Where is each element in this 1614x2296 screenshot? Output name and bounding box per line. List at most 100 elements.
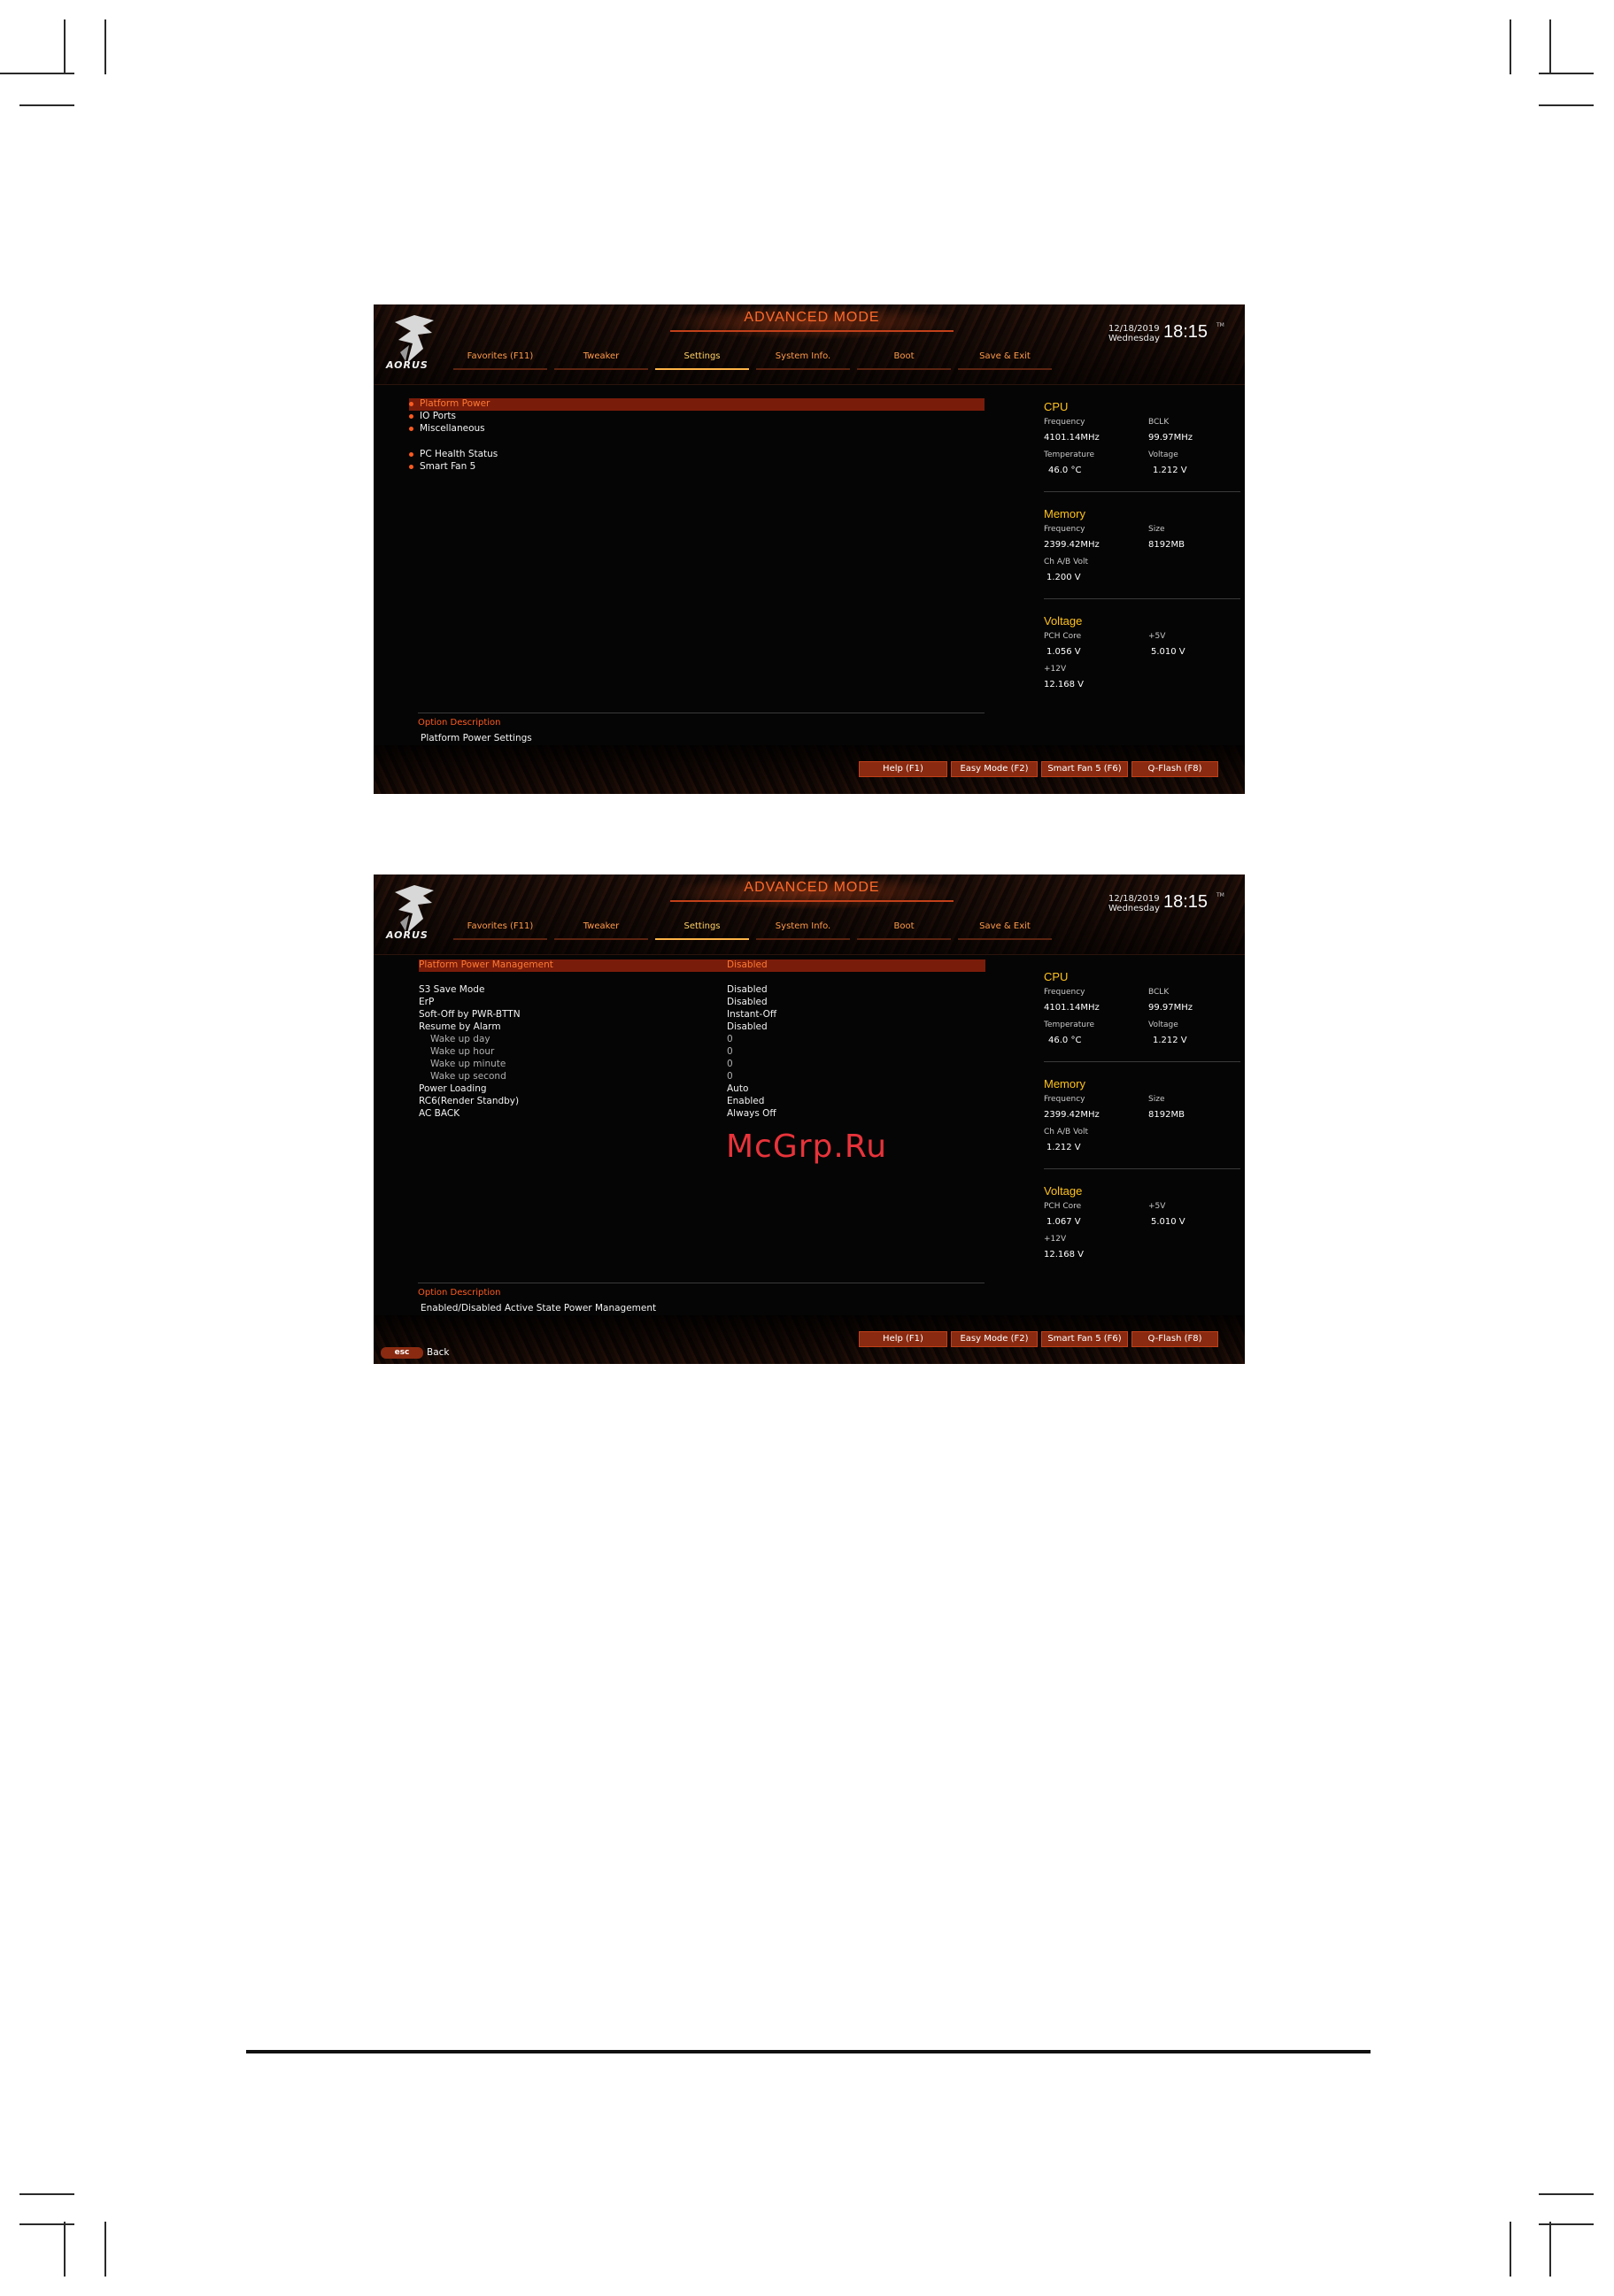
tab-boot[interactable]: Boot bbox=[857, 919, 951, 940]
cpu-title: CPU bbox=[1044, 400, 1069, 413]
voltage-title: Voltage bbox=[1044, 1184, 1083, 1198]
setting-row-erp[interactable]: ErP Disabled bbox=[419, 997, 985, 1009]
setting-value: Instant-Off bbox=[727, 1009, 777, 1020]
crop-mark bbox=[1549, 19, 1551, 74]
cpu-frequency-value: 4101.14MHz bbox=[1044, 433, 1100, 443]
q-flash-button[interactable]: Q-Flash (F8) bbox=[1131, 1331, 1218, 1347]
setting-row-power-loading[interactable]: Power Loading Auto bbox=[419, 1083, 985, 1096]
q-flash-button[interactable]: Q-Flash (F8) bbox=[1131, 761, 1218, 777]
temperature-label: Temperature bbox=[1044, 451, 1095, 459]
size-label: Size bbox=[1148, 1095, 1165, 1104]
mode-title: ADVANCED MODE bbox=[744, 880, 880, 895]
setting-row-wake-up-minute[interactable]: Wake up minute 0 bbox=[419, 1059, 985, 1071]
cpu-frequency-value: 4101.14MHz bbox=[1044, 1003, 1100, 1013]
pch-core-value: 1.067 V bbox=[1046, 1217, 1081, 1227]
option-description-title: Option Description bbox=[418, 718, 501, 728]
easy-mode-button[interactable]: Easy Mode (F2) bbox=[951, 761, 1038, 777]
chab-volt-value: 1.212 V bbox=[1046, 1143, 1081, 1152]
setting-row-rc6[interactable]: RC6(Render Standby) Enabled bbox=[419, 1096, 985, 1108]
memory-section: Memory Frequency Size 2399.42MHz 8192MB … bbox=[1044, 1077, 1240, 1169]
setting-label: AC BACK bbox=[419, 1108, 460, 1119]
setting-value: 0 bbox=[727, 1071, 733, 1082]
setting-row-ac-back[interactable]: AC BACK Always Off bbox=[419, 1108, 985, 1121]
help-button[interactable]: Help (F1) bbox=[859, 761, 947, 777]
top-bar: AORUS ADVANCED MODE Favorites (F11) Twea… bbox=[374, 304, 1245, 385]
day-text: Wednesday bbox=[1108, 904, 1160, 913]
mem-frequency-label: Frequency bbox=[1044, 1095, 1085, 1104]
tab-save-exit[interactable]: Save & Exit bbox=[958, 349, 1052, 370]
help-button[interactable]: Help (F1) bbox=[859, 1331, 947, 1347]
menu-item-smart-fan-5[interactable]: Smart Fan 5 bbox=[409, 461, 985, 474]
menu-item-label: Platform Power bbox=[420, 398, 490, 409]
temperature-value: 46.0 °C bbox=[1048, 466, 1082, 475]
menu-item-pc-health-status[interactable]: PC Health Status bbox=[409, 449, 985, 461]
crop-mark bbox=[1539, 104, 1594, 106]
crop-mark bbox=[64, 19, 66, 74]
divider bbox=[1044, 1168, 1240, 1169]
smart-fan-button[interactable]: Smart Fan 5 (F6) bbox=[1041, 1331, 1128, 1347]
divider bbox=[1044, 491, 1240, 492]
setting-row-s3-save-mode[interactable]: S3 Save Mode Disabled bbox=[419, 984, 985, 997]
plus12v-label: +12V bbox=[1044, 1235, 1067, 1244]
setting-row-wake-up-day[interactable]: Wake up day 0 bbox=[419, 1034, 985, 1046]
menu-item-label: Smart Fan 5 bbox=[420, 461, 476, 472]
smart-fan-button[interactable]: Smart Fan 5 (F6) bbox=[1041, 761, 1128, 777]
tab-system-info[interactable]: System Info. bbox=[756, 919, 850, 940]
crop-mark bbox=[64, 2222, 66, 2277]
back-label[interactable]: Back bbox=[427, 1347, 450, 1358]
bclk-value: 99.97MHz bbox=[1148, 433, 1193, 443]
tab-system-info[interactable]: System Info. bbox=[756, 349, 850, 370]
menu-item-platform-power[interactable]: Platform Power bbox=[409, 398, 985, 411]
setting-value: Disabled bbox=[727, 997, 768, 1007]
setting-row-resume-by-alarm[interactable]: Resume by Alarm Disabled bbox=[419, 1021, 985, 1034]
mode-title-underline bbox=[670, 900, 954, 902]
tab-favorites[interactable]: Favorites (F11) bbox=[453, 919, 547, 940]
tab-settings[interactable]: Settings bbox=[655, 919, 749, 940]
plus12v-label: +12V bbox=[1044, 665, 1067, 674]
chab-volt-label: Ch A/B Volt bbox=[1044, 1128, 1089, 1136]
tm-mark: TM bbox=[1216, 322, 1224, 328]
setting-row-soft-off[interactable]: Soft-Off by PWR-BTTN Instant-Off bbox=[419, 1009, 985, 1021]
menu-item-io-ports[interactable]: IO Ports bbox=[409, 411, 985, 423]
setting-row-platform-power-management[interactable]: Platform Power Management Disabled bbox=[419, 959, 985, 972]
tm-mark: TM bbox=[1216, 892, 1224, 898]
esc-button[interactable]: esc bbox=[381, 1347, 423, 1359]
setting-label: Power Loading bbox=[419, 1083, 487, 1094]
size-value: 8192MB bbox=[1148, 1110, 1185, 1120]
menu-item-miscellaneous[interactable]: Miscellaneous bbox=[409, 423, 985, 435]
plus12v-value: 12.168 V bbox=[1044, 680, 1085, 690]
date-display: 12/18/2019 Wednesday bbox=[1108, 894, 1160, 913]
tab-settings[interactable]: Settings bbox=[655, 349, 749, 370]
memory-title: Memory bbox=[1044, 1077, 1085, 1090]
easy-mode-button[interactable]: Easy Mode (F2) bbox=[951, 1331, 1038, 1347]
bullet-icon bbox=[409, 414, 413, 419]
setting-value: Disabled bbox=[727, 1021, 768, 1032]
crop-mark bbox=[104, 2222, 106, 2277]
date-display: 12/18/2019 Wednesday bbox=[1108, 324, 1160, 343]
tab-tweaker[interactable]: Tweaker bbox=[554, 349, 648, 370]
temperature-label: Temperature bbox=[1044, 1021, 1095, 1029]
setting-label: S3 Save Mode bbox=[419, 984, 485, 995]
date-text: 12/18/2019 bbox=[1108, 324, 1160, 334]
pch-core-label: PCH Core bbox=[1044, 1202, 1082, 1211]
plus5v-value: 5.010 V bbox=[1151, 1217, 1185, 1227]
setting-label: Platform Power Management bbox=[419, 959, 553, 970]
setting-row-wake-up-hour[interactable]: Wake up hour 0 bbox=[419, 1046, 985, 1059]
crop-mark bbox=[1539, 2223, 1594, 2225]
tab-favorites[interactable]: Favorites (F11) bbox=[453, 349, 547, 370]
size-label: Size bbox=[1148, 525, 1165, 534]
voltage-section: Voltage PCH Core +5V 1.056 V 5.010 V +12… bbox=[1044, 614, 1240, 690]
mode-title: ADVANCED MODE bbox=[744, 310, 880, 325]
setting-row-wake-up-second[interactable]: Wake up second 0 bbox=[419, 1071, 985, 1083]
pch-core-label: PCH Core bbox=[1044, 632, 1082, 641]
setting-value: Enabled bbox=[727, 1096, 765, 1106]
bclk-label: BCLK bbox=[1148, 988, 1170, 997]
clock: 18:15 bbox=[1163, 892, 1209, 912]
tab-tweaker[interactable]: Tweaker bbox=[554, 919, 648, 940]
tab-boot[interactable]: Boot bbox=[857, 349, 951, 370]
voltage-title: Voltage bbox=[1044, 614, 1083, 628]
setting-value: 0 bbox=[727, 1059, 733, 1069]
tab-save-exit[interactable]: Save & Exit bbox=[958, 919, 1052, 940]
pch-core-value: 1.056 V bbox=[1046, 647, 1081, 657]
mem-frequency-value: 2399.42MHz bbox=[1044, 1110, 1100, 1120]
